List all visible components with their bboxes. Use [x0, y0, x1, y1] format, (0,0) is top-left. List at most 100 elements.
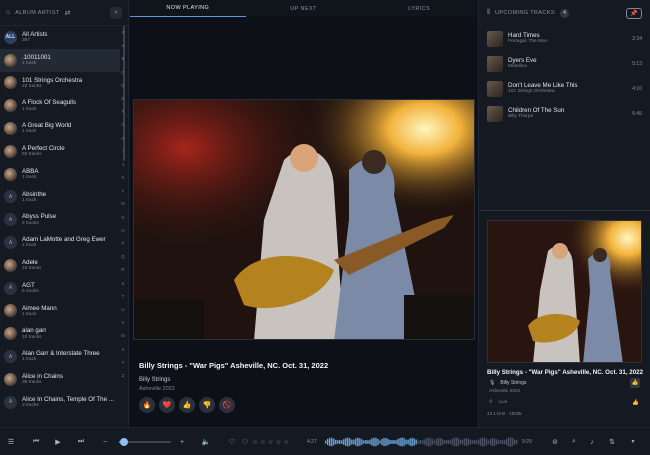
- star-icon[interactable]: ☆: [283, 438, 289, 446]
- block-button[interactable]: 🚫: [219, 397, 235, 413]
- music-video-player[interactable]: [133, 99, 475, 340]
- search-icon[interactable]: ⌕: [568, 428, 580, 455]
- artist-item[interactable]: Aimee Mann 1 track: [0, 300, 120, 323]
- alphabet-letter[interactable]: U: [121, 303, 124, 316]
- star-icon[interactable]: ☆: [252, 438, 258, 446]
- alphabet-letter[interactable]: O: [121, 224, 124, 237]
- guitar-icon[interactable]: ♪: [586, 428, 598, 455]
- menu-icon[interactable]: ☰: [4, 428, 18, 455]
- tab-now-playing[interactable]: NOW PLAYING: [130, 0, 246, 17]
- upcoming-track[interactable]: Children Of The Sun Billy Thorpe 6:45: [479, 101, 650, 126]
- artist-item[interactable]: ABBA 1 track: [0, 163, 120, 186]
- tab-up-next[interactable]: UP NEXT: [246, 0, 362, 17]
- waveform-bar: [467, 438, 470, 446]
- artist-text: A Perfect Circle 50 tracks: [22, 145, 65, 158]
- alphabet-letter[interactable]: Z: [122, 369, 125, 382]
- lastfm-icon[interactable]: ⚇: [240, 428, 250, 455]
- star-icon[interactable]: ☆: [275, 438, 281, 446]
- mini-thumbs-up-button[interactable]: 👍: [630, 378, 640, 388]
- sort-icon[interactable]: ⇅: [606, 428, 618, 455]
- alphabet-letter[interactable]: R: [121, 263, 124, 276]
- mini-album-name[interactable]: Asheville 2022: [489, 389, 520, 394]
- mini-artist-name[interactable]: Billy Strings: [500, 380, 526, 386]
- alphabet-letter[interactable]: A: [122, 39, 125, 52]
- pin-button[interactable]: 📌: [626, 7, 642, 19]
- volume-slider[interactable]: [119, 438, 171, 446]
- previous-icon[interactable]: ⏮: [29, 428, 43, 455]
- artist-item[interactable]: A Absinthe 1 track: [0, 186, 120, 209]
- volume-up-icon[interactable]: +: [176, 428, 188, 455]
- alphabet-letter[interactable]: G: [121, 118, 124, 131]
- play-icon[interactable]: ▶: [51, 428, 65, 455]
- waveform-bar: [421, 440, 423, 444]
- alphabet-letter[interactable]: L: [122, 184, 124, 197]
- mini-video-preview[interactable]: [487, 220, 642, 363]
- alphabet-letter[interactable]: K: [122, 171, 125, 184]
- home-icon[interactable]: ⌂: [6, 9, 10, 16]
- mini-tag[interactable]: Live: [499, 400, 508, 405]
- swap-icon[interactable]: ⇄: [65, 9, 71, 17]
- alphabet-letter[interactable]: P: [122, 237, 125, 250]
- alphabet-letter[interactable]: E: [122, 92, 125, 105]
- album-artist-label[interactable]: ALBUM ARTIST: [15, 10, 59, 16]
- artist-item[interactable]: A Perfect Circle 50 tracks: [0, 140, 120, 163]
- thumbs-down-button[interactable]: 👎: [199, 397, 215, 413]
- artist-item[interactable]: Adele 34 tracks: [0, 254, 120, 277]
- speaker-icon[interactable]: 🔈: [199, 428, 213, 455]
- alphabet-letter[interactable]: X: [122, 343, 125, 356]
- seek-waveform[interactable]: [325, 435, 518, 449]
- volume-down-icon[interactable]: −: [99, 428, 111, 455]
- artist-item[interactable]: 101 Strings Orchestra 22 tracks: [0, 72, 120, 95]
- artist-item[interactable]: ALL All Artists 397: [0, 26, 120, 49]
- artist-item[interactable]: A Adam LaMotte and Greg Ewer 1 track: [0, 231, 120, 254]
- rating-stars[interactable]: ☆ ☆ ☆ ☆ ☆: [252, 428, 289, 455]
- block-icon[interactable]: ⊘: [549, 428, 561, 455]
- alphabet-letter[interactable]: S: [122, 277, 125, 290]
- mini-thumbs-up-icon[interactable]: 👍: [632, 400, 639, 406]
- alphabet-letter[interactable]: H: [121, 132, 124, 145]
- artist-avatar: [4, 99, 17, 113]
- heart-icon[interactable]: ♡: [226, 428, 238, 455]
- artist-item[interactable]: A Great Big World 1 track: [0, 117, 120, 140]
- artist-item[interactable]: A AGT 5 tracks: [0, 277, 120, 300]
- queue-icon: ⫴: [487, 9, 490, 16]
- now-playing-artist[interactable]: Billy Strings: [139, 377, 328, 383]
- search-button[interactable]: ⌕: [110, 6, 122, 19]
- alphabet-letter[interactable]: Y: [122, 356, 125, 369]
- artist-item[interactable]: .10011001 1 track: [0, 48, 120, 72]
- thumbs-up-button[interactable]: 👍: [179, 397, 195, 413]
- artist-item[interactable]: Alice in Chains 36 tracks: [0, 368, 120, 391]
- fire-reaction-button[interactable]: 🔥: [139, 397, 155, 413]
- upcoming-track[interactable]: Dyers Eve Metallica 5:13: [479, 51, 650, 76]
- artist-item[interactable]: A Alice In Chains, Temple Of The ... 3 tra…: [0, 391, 120, 414]
- heart-reaction-button[interactable]: ❤️: [159, 397, 175, 413]
- star-icon[interactable]: ☆: [260, 438, 266, 446]
- upcoming-track[interactable]: Hard Times Portugal. The Man 2:34: [479, 26, 650, 51]
- alphabet-letter[interactable]: N: [121, 211, 124, 224]
- alphabet-letter[interactable]: D: [121, 79, 124, 92]
- audio-quality: 44.1 kHz · 1500k: [487, 411, 522, 416]
- now-playing-album[interactable]: Asheville 2022: [139, 386, 328, 392]
- alphabet-letter[interactable]: M: [121, 197, 125, 210]
- artist-item[interactable]: A Abyss Pulse 2 tracks: [0, 208, 120, 231]
- artist-item[interactable]: alan garr 10 tracks: [0, 322, 120, 345]
- chevron-down-icon[interactable]: ▼: [627, 428, 639, 455]
- alphabet-letter[interactable]: F: [122, 105, 125, 118]
- alphabet-letter[interactable]: T: [122, 290, 125, 303]
- next-icon[interactable]: ⏭: [74, 428, 88, 455]
- alphabet-letter[interactable]: #: [122, 26, 124, 39]
- waveform-bar: [423, 439, 425, 445]
- alphabet-letter[interactable]: I: [122, 145, 123, 158]
- alphabet-letter[interactable]: J: [122, 158, 124, 171]
- alphabet-letter[interactable]: V: [122, 316, 125, 329]
- upcoming-track[interactable]: Don't Leave Me Like This 101 Strings Orch…: [479, 76, 650, 101]
- artist-item[interactable]: A Flock Of Seagulls 1 track: [0, 94, 120, 117]
- artist-item[interactable]: A Alan Garr & Interstate Three 1 track: [0, 345, 120, 368]
- alphabet-letter[interactable]: B: [122, 52, 125, 65]
- volume-knob[interactable]: [120, 438, 129, 446]
- alphabet-letter[interactable]: Q: [121, 250, 124, 263]
- star-icon[interactable]: ☆: [268, 438, 274, 446]
- alphabet-letter[interactable]: C: [121, 66, 124, 79]
- tab-lyrics[interactable]: LYRICS: [361, 0, 477, 17]
- alphabet-letter[interactable]: W: [121, 329, 125, 342]
